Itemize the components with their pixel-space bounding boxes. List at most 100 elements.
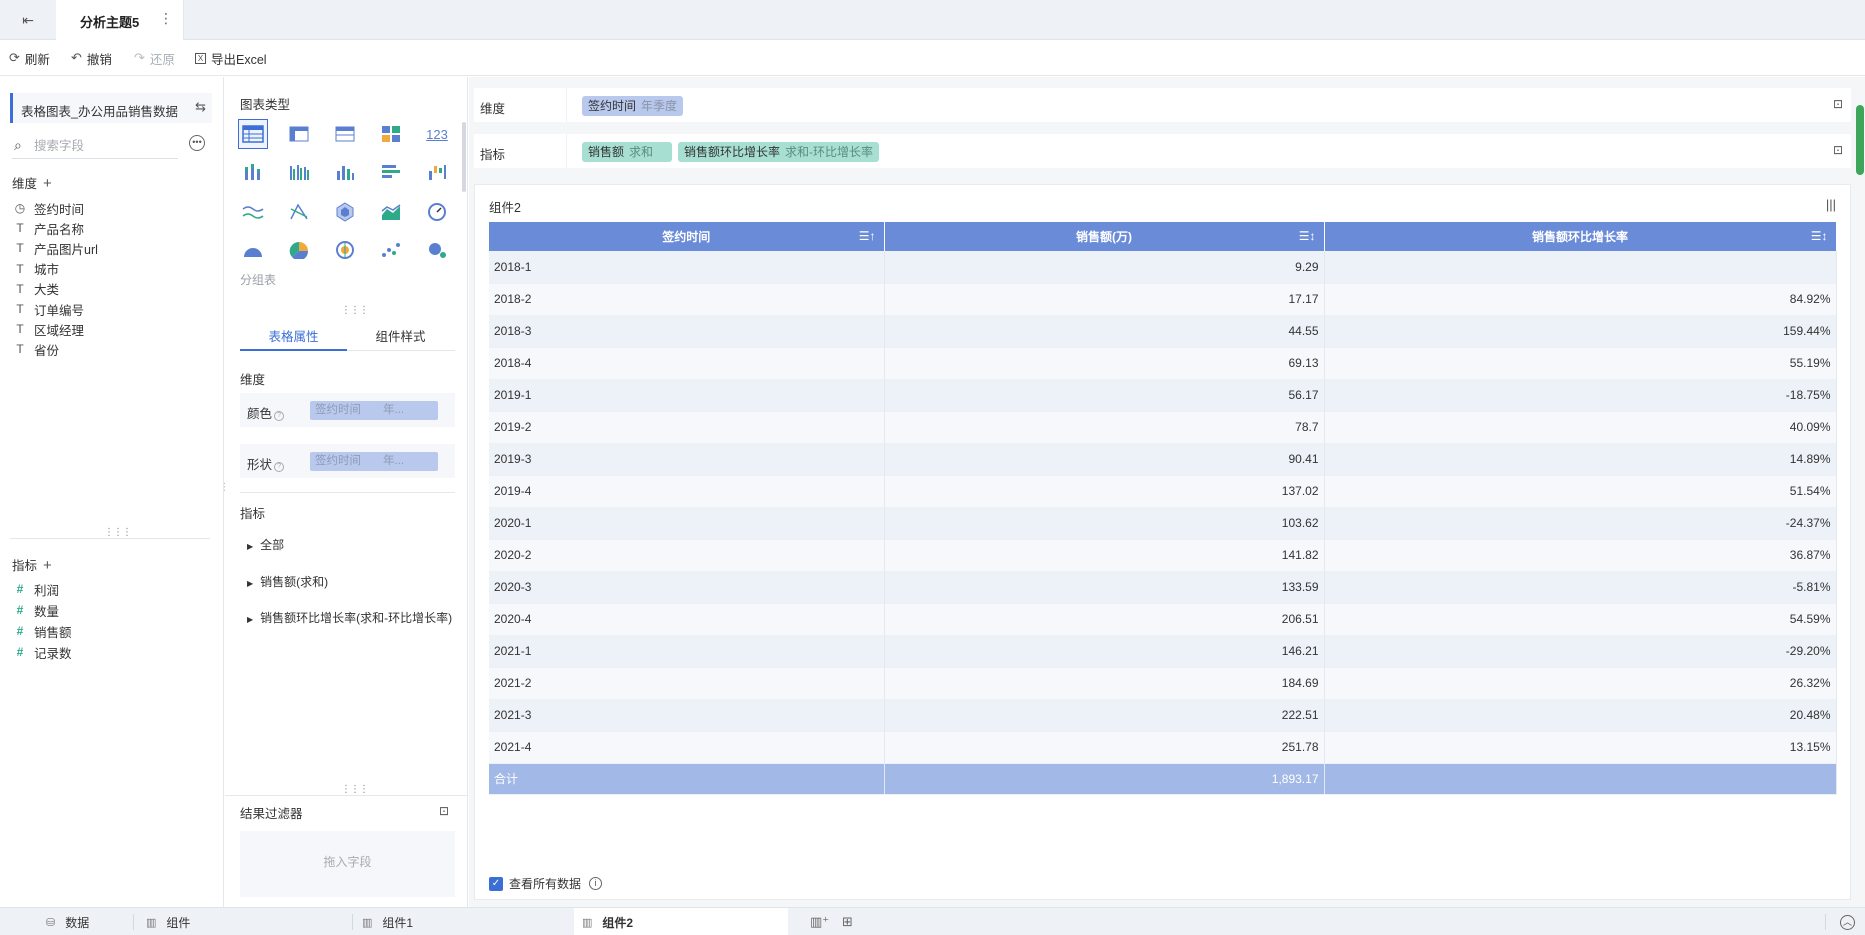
hash-icon: # xyxy=(16,582,24,596)
chart-type-bubble-icon[interactable] xyxy=(422,235,452,265)
view-all-data[interactable]: ✓ 查看所有数据 i xyxy=(489,875,603,892)
measure-chip-sales-growth[interactable]: 销售额环比增长率 求和-环比增长率 xyxy=(678,142,880,162)
dimension-field[interactable]: T 大类 xyxy=(12,279,59,299)
resize-handle[interactable]: ⋮⋮⋮ xyxy=(104,527,132,538)
chart-type-label: 图表类型 xyxy=(240,98,291,112)
vertical-scrollbar[interactable] xyxy=(1856,105,1864,175)
refresh-button[interactable]: ⟳ 刷新 xyxy=(9,49,50,67)
chart-type-semicircle-icon[interactable] xyxy=(238,235,268,265)
tab-component[interactable]: ▥ 组件 xyxy=(146,908,190,935)
dimension-field[interactable]: ◷ 签约时间 xyxy=(12,198,84,218)
dimension-field[interactable]: T 城市 xyxy=(12,259,59,279)
chart-type-stacked-bar-icon[interactable] xyxy=(238,157,268,187)
text-icon: T xyxy=(16,261,24,276)
column-header-date[interactable]: 签约时间 ☰↑ xyxy=(489,222,885,251)
column-header-sales[interactable]: 销售额(万) ☰↕ xyxy=(884,222,1325,251)
cell-growth: -29.20% xyxy=(1324,635,1837,668)
view-all-checkbox[interactable]: ✓ xyxy=(489,876,503,891)
table-row: 2020-3 133.59 -5.81% xyxy=(489,571,1837,604)
measure-section-header: 指标 + xyxy=(12,557,52,574)
chart-type-bar-icon[interactable] xyxy=(330,157,360,187)
options-icon[interactable]: ••• xyxy=(189,135,205,151)
add-dimension-icon[interactable]: + xyxy=(43,175,52,192)
shape-field-pill[interactable]: 签约时间 年... xyxy=(310,452,438,471)
cell-growth: -18.75% xyxy=(1324,379,1837,412)
table-row: 2018-2 17.17 84.92% xyxy=(489,283,1837,316)
resize-handle[interactable]: ⋮⋮⋮ xyxy=(341,784,369,795)
chart-type-area-icon[interactable] xyxy=(376,197,406,227)
tree-item-sales-growth[interactable]: ▶ 销售额环比增长率(求和-环比增长率) xyxy=(247,609,452,626)
column-settings-icon[interactable]: ||| xyxy=(1826,197,1836,212)
config-panel: 图表类型 123 分组表 ⋮⋮⋮ 表格属性 组件样式 维度 颜色 ? 签约时间 … xyxy=(225,77,468,907)
chart-type-radar-line-icon[interactable] xyxy=(284,197,314,227)
dimension-chip[interactable]: 签约时间 年季度 xyxy=(582,96,684,116)
lock-icon[interactable]: ⊡ xyxy=(1833,97,1843,111)
chart-type-crosstab-icon[interactable] xyxy=(284,119,314,149)
tab-component-style[interactable]: 组件样式 xyxy=(347,326,454,345)
dimension-field[interactable]: T 产品名称 xyxy=(12,218,84,238)
lock-icon[interactable]: ⊡ xyxy=(439,804,449,818)
exit-icon[interactable]: ⇤ xyxy=(18,10,38,30)
collapse-icon[interactable]: ︿ xyxy=(1840,915,1855,930)
chart-type-radar-icon[interactable] xyxy=(330,197,360,227)
cell-sales: 78.7 xyxy=(884,411,1325,444)
sort-icon[interactable]: ☰↕ xyxy=(1811,229,1828,243)
chart-type-kpi-icon[interactable]: 123 xyxy=(422,119,452,149)
color-field-pill[interactable]: 签约时间 年... xyxy=(310,401,438,420)
resize-handle[interactable]: ⋮⋮⋮ xyxy=(341,305,369,316)
chart-type-detail-table-icon[interactable] xyxy=(330,119,360,149)
divider xyxy=(225,795,468,796)
add-dashboard-icon[interactable]: ⊞ xyxy=(842,914,853,930)
redo-button[interactable]: ↷ 还原 xyxy=(134,49,175,67)
chart-type-scrollbar[interactable] xyxy=(462,122,466,192)
help-icon[interactable]: ? xyxy=(274,411,285,421)
chart-type-dashboard-icon[interactable] xyxy=(376,119,406,149)
measure-chip-sales[interactable]: 销售额 求和 xyxy=(582,142,672,162)
text-icon: T xyxy=(16,302,24,316)
dimension-section-header: 维度 + xyxy=(12,175,52,192)
table-row: 2019-2 78.7 40.09% xyxy=(489,411,1837,444)
dimension-field[interactable]: T 省份 xyxy=(12,339,59,359)
dataset-selector[interactable]: 表格图表_办公用品销售数据 ⇆ xyxy=(10,93,212,123)
cell-date: 2018-2 xyxy=(489,283,885,316)
tree-item-sales-sum[interactable]: ▶ 销售额(求和) xyxy=(247,573,328,590)
measure-field[interactable]: # 销售额 xyxy=(12,621,72,641)
tab-analysis-topic[interactable]: 分析主题5 ⋮ xyxy=(56,0,184,40)
measure-field[interactable]: # 记录数 xyxy=(12,642,72,662)
dimension-field[interactable]: T 产品图片url xyxy=(12,238,98,258)
tab-data[interactable]: ⛁ 数据 xyxy=(42,908,93,935)
filter-drop-zone[interactable]: 拖入字段 xyxy=(240,831,455,897)
add-measure-icon[interactable]: + xyxy=(43,557,52,574)
dimension-field[interactable]: T 区域经理 xyxy=(12,319,84,339)
help-icon[interactable]: ? xyxy=(274,462,285,472)
chart-type-grouped-bar-icon[interactable] xyxy=(284,157,314,187)
add-component-icon[interactable]: ▥⁺ xyxy=(810,914,829,930)
chart-type-rose-icon[interactable] xyxy=(330,235,360,265)
search-input[interactable] xyxy=(34,136,174,156)
measure-field[interactable]: # 数量 xyxy=(12,600,59,620)
bottom-tab-bar: ⛁ 数据 ▥ 组件 ▥ 组件1 ▥ 组件2 ▥⁺ ⊞ ︿ xyxy=(0,907,1865,935)
tab-component-1[interactable]: ▥ 组件1 xyxy=(362,908,413,935)
lock-icon[interactable]: ⊡ xyxy=(1833,143,1843,157)
info-icon[interactable]: i xyxy=(589,877,603,890)
chart-type-pie-icon[interactable] xyxy=(284,235,314,265)
tree-item-all[interactable]: ▶ 全部 xyxy=(247,536,284,553)
column-header-growth[interactable]: 销售额环比增长率 ☰↕ xyxy=(1324,222,1837,251)
chart-type-horizontal-bar-icon[interactable] xyxy=(376,157,406,187)
export-excel-button[interactable]: X 导出Excel xyxy=(195,49,267,67)
more-icon[interactable]: ⋮ xyxy=(159,10,173,27)
cell-sales: 133.59 xyxy=(884,571,1325,604)
chart-type-line-icon[interactable] xyxy=(238,197,268,227)
dimension-field[interactable]: T 订单编号 xyxy=(12,299,84,319)
chart-type-scatter-icon[interactable] xyxy=(376,235,406,265)
chart-type-table-icon[interactable] xyxy=(238,119,268,149)
chart-type-gauge-icon[interactable] xyxy=(422,197,452,227)
undo-button[interactable]: ↶ 撤销 xyxy=(71,49,112,67)
switch-dataset-icon[interactable]: ⇆ xyxy=(195,99,206,115)
tab-component-2[interactable]: ▥ 组件2 xyxy=(574,908,788,935)
chart-type-waterfall-icon[interactable] xyxy=(422,157,452,187)
sort-icon[interactable]: ☰↕ xyxy=(1299,229,1316,243)
tab-table-properties[interactable]: 表格属性 xyxy=(240,326,347,345)
sort-asc-icon[interactable]: ☰↑ xyxy=(859,229,876,243)
measure-field[interactable]: # 利润 xyxy=(12,579,59,599)
